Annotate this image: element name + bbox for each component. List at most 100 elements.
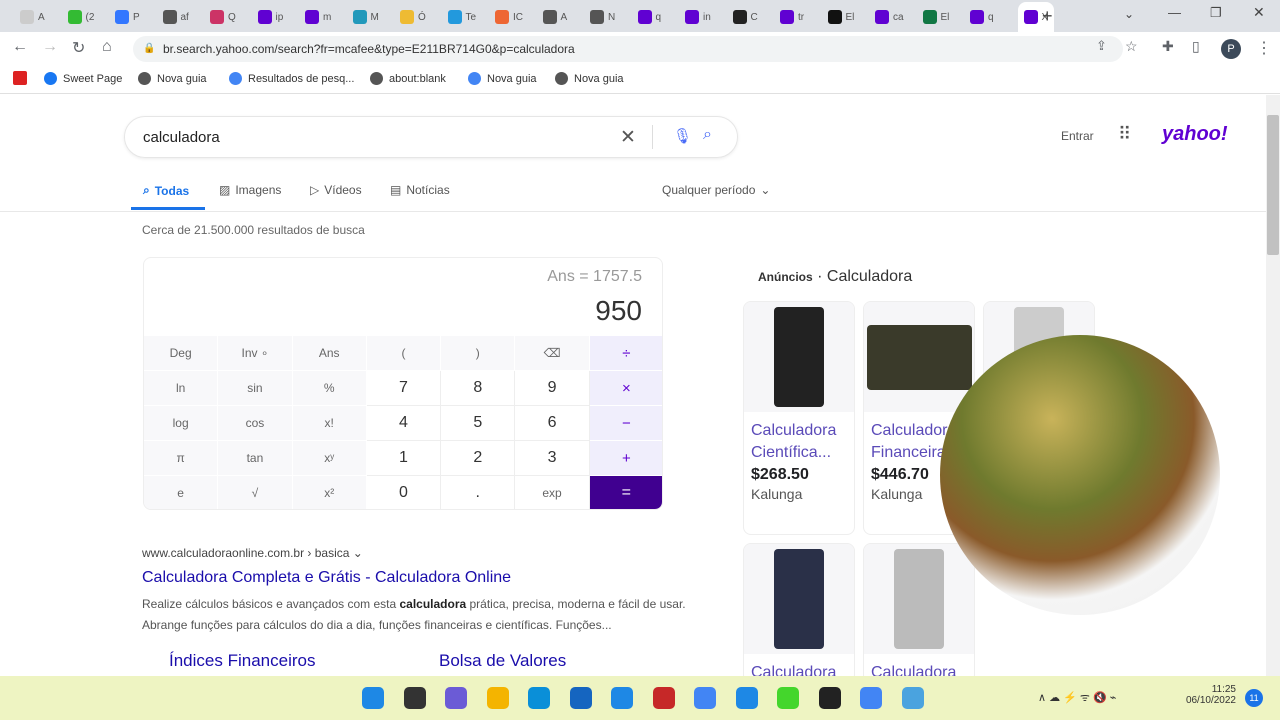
clear-icon[interactable]: ✕ bbox=[620, 126, 636, 149]
calc-key[interactable]: 3 bbox=[515, 441, 590, 476]
browser-tab[interactable]: Q bbox=[210, 6, 236, 28]
calc-key[interactable]: ) bbox=[441, 336, 516, 371]
notification-badge[interactable]: 11 bbox=[1245, 689, 1263, 707]
calc-key[interactable]: ⌫ bbox=[515, 336, 590, 371]
tab-imagens[interactable]: ▨ Imagens bbox=[219, 183, 281, 197]
chat-icon[interactable] bbox=[445, 687, 467, 709]
browser-tab[interactable]: Te bbox=[447, 6, 476, 28]
calc-key[interactable]: ln bbox=[144, 371, 219, 406]
star-icon[interactable]: ☆ bbox=[1125, 38, 1138, 55]
calc-key[interactable]: 6 bbox=[515, 406, 590, 441]
mcafee-icon[interactable] bbox=[652, 687, 675, 709]
bookmark-item[interactable]: about:blank bbox=[370, 72, 446, 85]
share-icon[interactable]: ⇪ bbox=[1096, 38, 1107, 54]
calc-key[interactable]: 2 bbox=[441, 441, 516, 476]
browser-tab[interactable]: q bbox=[970, 6, 994, 28]
back-icon[interactable]: ← bbox=[12, 38, 28, 56]
browser-tab[interactable]: IC bbox=[495, 6, 523, 28]
browser-tab[interactable]: A bbox=[542, 6, 567, 28]
bookmark-app-icon[interactable] bbox=[13, 71, 27, 85]
search-icon[interactable]: ⌕ bbox=[703, 126, 712, 144]
calc-key[interactable]: cos bbox=[218, 406, 293, 441]
calc-key[interactable]: tan bbox=[218, 441, 293, 476]
obs-icon[interactable] bbox=[818, 687, 841, 709]
tab-videos[interactable]: ▷ Vídeos bbox=[310, 183, 362, 197]
app-icon[interactable] bbox=[901, 687, 924, 709]
browser-tab[interactable]: Ó bbox=[400, 6, 426, 28]
browser-tab[interactable]: ca bbox=[875, 6, 904, 28]
yahoo-logo[interactable]: yahoo! bbox=[1162, 123, 1228, 146]
apps-icon[interactable]: ⠿ bbox=[1118, 124, 1131, 145]
calc-key[interactable]: 7 bbox=[366, 371, 442, 406]
browser-tab[interactable]: P bbox=[115, 6, 140, 28]
calc-key[interactable]: − bbox=[589, 406, 662, 441]
bookmark-item[interactable]: Resultados de pesq... bbox=[229, 72, 354, 85]
browser-tab[interactable]: El bbox=[922, 6, 949, 28]
reload-icon[interactable]: ↻ bbox=[72, 38, 85, 58]
close-window-button[interactable]: ✕ bbox=[1253, 4, 1265, 21]
task-view-icon[interactable] bbox=[403, 687, 426, 709]
tab-todas[interactable]: ⌕ Todas bbox=[143, 183, 189, 198]
app-l-icon[interactable] bbox=[611, 687, 633, 709]
browser-tab[interactable]: tr bbox=[780, 6, 804, 28]
browser-tab[interactable]: M bbox=[352, 6, 379, 28]
mic-icon[interactable]: 🎙 bbox=[673, 127, 692, 145]
calc-key[interactable]: ( bbox=[366, 336, 442, 371]
sitelink[interactable]: Índices Financeiros bbox=[169, 651, 315, 671]
home-icon[interactable]: ⌂ bbox=[102, 38, 112, 56]
product-title[interactable]: Calculadora Científica... bbox=[744, 412, 854, 464]
calc-key[interactable]: Ans bbox=[292, 336, 367, 371]
sitelink[interactable]: Bolsa de Valores bbox=[439, 651, 566, 671]
period-filter[interactable]: Qualquer período ⌄ bbox=[662, 183, 770, 197]
calc-key[interactable]: sin bbox=[218, 371, 293, 406]
tray-icons[interactable]: ∧ ☁ ⚡ ᯤ 🔇 ⌁ bbox=[1038, 690, 1116, 705]
chrome-icon[interactable] bbox=[860, 687, 882, 709]
store-icon[interactable] bbox=[569, 687, 592, 709]
browser-tab[interactable]: El bbox=[827, 6, 854, 28]
browser-tab[interactable]: ip bbox=[257, 6, 283, 28]
calc-key[interactable]: xʸ bbox=[292, 441, 367, 476]
calc-key[interactable]: e bbox=[144, 476, 219, 509]
calc-key[interactable]: 0 bbox=[366, 476, 442, 509]
new-tab-button[interactable]: + bbox=[1042, 6, 1053, 27]
calc-key[interactable]: 4 bbox=[366, 406, 442, 441]
calc-key[interactable]: log bbox=[144, 406, 219, 441]
search-input[interactable]: calculadora bbox=[143, 129, 220, 146]
file-explorer-icon[interactable] bbox=[486, 687, 509, 709]
search-box[interactable]: calculadora ✕ 🎙 ⌕ bbox=[124, 116, 738, 158]
calc-key[interactable]: exp bbox=[515, 476, 590, 509]
bookmark-item[interactable]: Sweet Page bbox=[44, 72, 122, 85]
browser-tab[interactable]: C bbox=[732, 6, 758, 28]
result-url[interactable]: www.calculadoraonline.com.br › basica ⌄ bbox=[142, 546, 363, 560]
restore-button[interactable]: ❐ bbox=[1210, 5, 1222, 21]
address-bar[interactable]: 🔒 br.search.yahoo.com/search?fr=mcafee&ty… bbox=[133, 36, 1123, 62]
profile-avatar[interactable]: P bbox=[1221, 39, 1241, 59]
browser-tab[interactable]: m bbox=[305, 6, 331, 28]
calc-key[interactable]: Inv ∘ bbox=[218, 336, 293, 371]
browser-tab[interactable]: (2 bbox=[67, 6, 94, 28]
tab-search-button[interactable]: ⌄ bbox=[1124, 7, 1134, 21]
bookmark-item[interactable]: Nova guia bbox=[468, 72, 537, 85]
calc-key[interactable]: √ bbox=[218, 476, 293, 509]
calc-key[interactable]: ÷ bbox=[589, 336, 662, 371]
calc-key[interactable]: 8 bbox=[441, 371, 516, 406]
notepad-icon[interactable] bbox=[735, 687, 758, 709]
sidepanel-icon[interactable]: ▯ bbox=[1192, 38, 1200, 55]
calc-key[interactable]: . bbox=[441, 476, 516, 509]
product-card[interactable]: Calculadora Científica... $268.50 Kalunga bbox=[743, 301, 855, 535]
bookmark-item[interactable]: Nova guia bbox=[555, 72, 624, 85]
start-icon[interactable] bbox=[362, 687, 384, 709]
browser-tab[interactable]: af bbox=[162, 6, 189, 28]
forward-icon[interactable]: → bbox=[42, 38, 58, 56]
browser-tab[interactable]: in bbox=[685, 6, 711, 28]
browser-tab[interactable]: q bbox=[637, 6, 661, 28]
calc-key[interactable]: x! bbox=[292, 406, 367, 441]
product-card[interactable]: Calculadora bbox=[743, 543, 855, 683]
browser-tab[interactable]: A bbox=[20, 6, 45, 28]
calc-key[interactable]: x² bbox=[292, 476, 367, 509]
calc-key[interactable]: 9 bbox=[515, 371, 590, 406]
clock[interactable]: 11:25 06/10/2022 bbox=[1176, 684, 1236, 706]
extensions-icon[interactable]: ✚ bbox=[1162, 38, 1174, 55]
browser-tab[interactable]: N bbox=[590, 6, 615, 28]
calc-key[interactable]: 5 bbox=[441, 406, 516, 441]
